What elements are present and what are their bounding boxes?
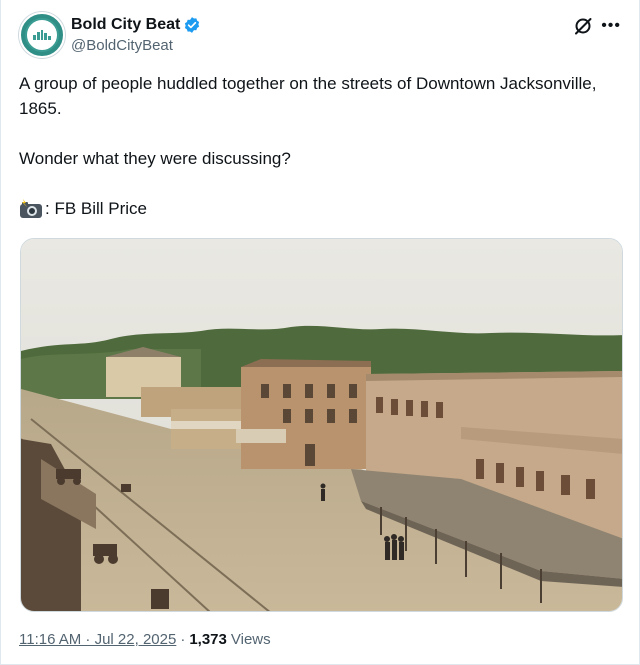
meta-separator: · bbox=[180, 631, 186, 648]
photo-credit: : FB Bill Price bbox=[19, 196, 619, 221]
skyline-icon bbox=[33, 30, 51, 40]
tweet-text: A group of people huddled together on th… bbox=[19, 71, 619, 221]
avatar[interactable] bbox=[19, 12, 65, 58]
camera-with-flash-icon bbox=[20, 198, 42, 218]
author-block: Bold City Beat @BoldCityBeat bbox=[71, 14, 201, 54]
tweet-text-line-2: Wonder what they were discussing? bbox=[19, 149, 291, 168]
photo-credit-text: : FB Bill Price bbox=[45, 199, 148, 218]
display-name[interactable]: Bold City Beat bbox=[71, 16, 180, 34]
tweet-meta: 11:16 AM · Jul 22, 2025 · 1,373 Views bbox=[19, 631, 271, 648]
timestamp-link[interactable]: 11:16 AM · Jul 22, 2025 bbox=[19, 631, 176, 648]
more-options-icon[interactable]: ••• bbox=[601, 16, 621, 36]
handle[interactable]: @BoldCityBeat bbox=[71, 37, 201, 54]
views-label: Views bbox=[230, 631, 271, 648]
tweet-photo[interactable] bbox=[20, 238, 623, 612]
downtown-jacksonville-1865-photo bbox=[21, 239, 622, 611]
verified-badge-icon[interactable] bbox=[183, 16, 201, 34]
views-count: 1,373 bbox=[189, 631, 227, 648]
tweet-text-line-1: A group of people huddled together on th… bbox=[19, 74, 597, 118]
grok-icon[interactable] bbox=[573, 16, 593, 36]
tweet-card: Bold City Beat @BoldCityBeat ••• A group… bbox=[0, 0, 640, 665]
tweet-header: Bold City Beat @BoldCityBeat ••• bbox=[19, 12, 621, 60]
header-actions: ••• bbox=[573, 16, 621, 36]
